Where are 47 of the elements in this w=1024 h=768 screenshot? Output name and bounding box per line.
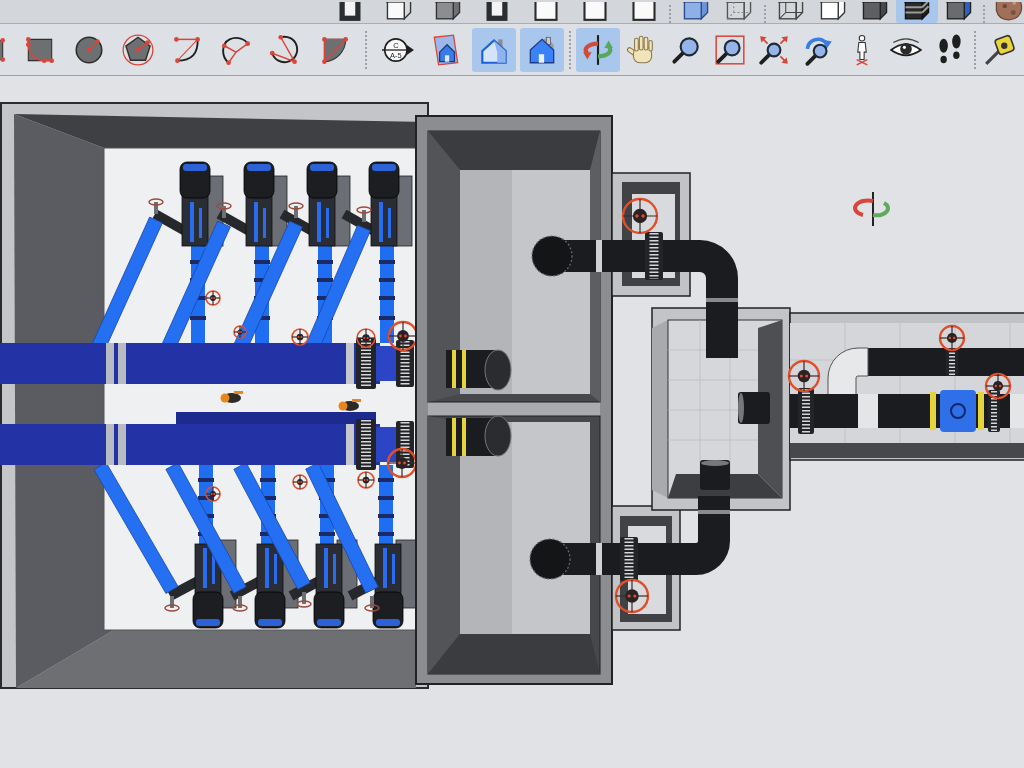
valve-handwheel [357,471,375,489]
section-label: A-5 [390,50,402,60]
textured-style-button[interactable] [896,0,938,23]
valve-handwheel [205,290,221,306]
valve-handwheel [614,578,650,614]
valve-handwheel [984,372,1012,400]
pipe-flange [798,388,814,434]
valve-handwheel [787,359,821,393]
check-valve [930,390,984,432]
gate-valve [288,202,304,218]
gate-valve [216,202,232,218]
valve-handwheel [292,474,308,490]
valve-handwheel [938,324,966,352]
pipe-fitting [446,349,512,391]
valve-handwheel [233,325,247,339]
valve-handwheel [386,447,418,479]
pipe-stub [738,392,770,424]
pipe-flange [396,340,414,387]
section-plane-button[interactable]: C A-5 [376,27,420,72]
pipe-flange [620,537,638,581]
valve-handwheel [621,197,659,235]
orbit-cursor-icon [853,191,890,227]
gate-valve [364,596,380,612]
valve-handwheel [356,328,376,348]
worker-figure [338,399,361,411]
valve-handwheel [291,328,309,346]
worker-figure [220,391,243,403]
gate-valve [164,596,180,612]
section-marker-icon [381,37,414,62]
gate-valve [356,206,372,222]
polygon-icon [121,32,155,67]
gate-valve [148,198,164,214]
gate-valve [232,596,248,612]
orbit-button[interactable] [576,27,620,72]
gate-valve [296,592,312,608]
pipe-flange [356,338,376,389]
orbit-icon [581,32,615,67]
pipe-stub [700,460,730,490]
section-fill-toggle[interactable] [520,27,564,72]
pipe-flange [645,232,663,280]
pipe-fitting [446,415,512,457]
section-label: C [393,40,399,50]
valve-handwheel [205,486,221,502]
magnifier-frame-icon [713,32,747,67]
section-cuts-toggle[interactable] [472,27,516,72]
pipe-flange [356,419,376,470]
tape-measure-icon [983,32,1017,67]
